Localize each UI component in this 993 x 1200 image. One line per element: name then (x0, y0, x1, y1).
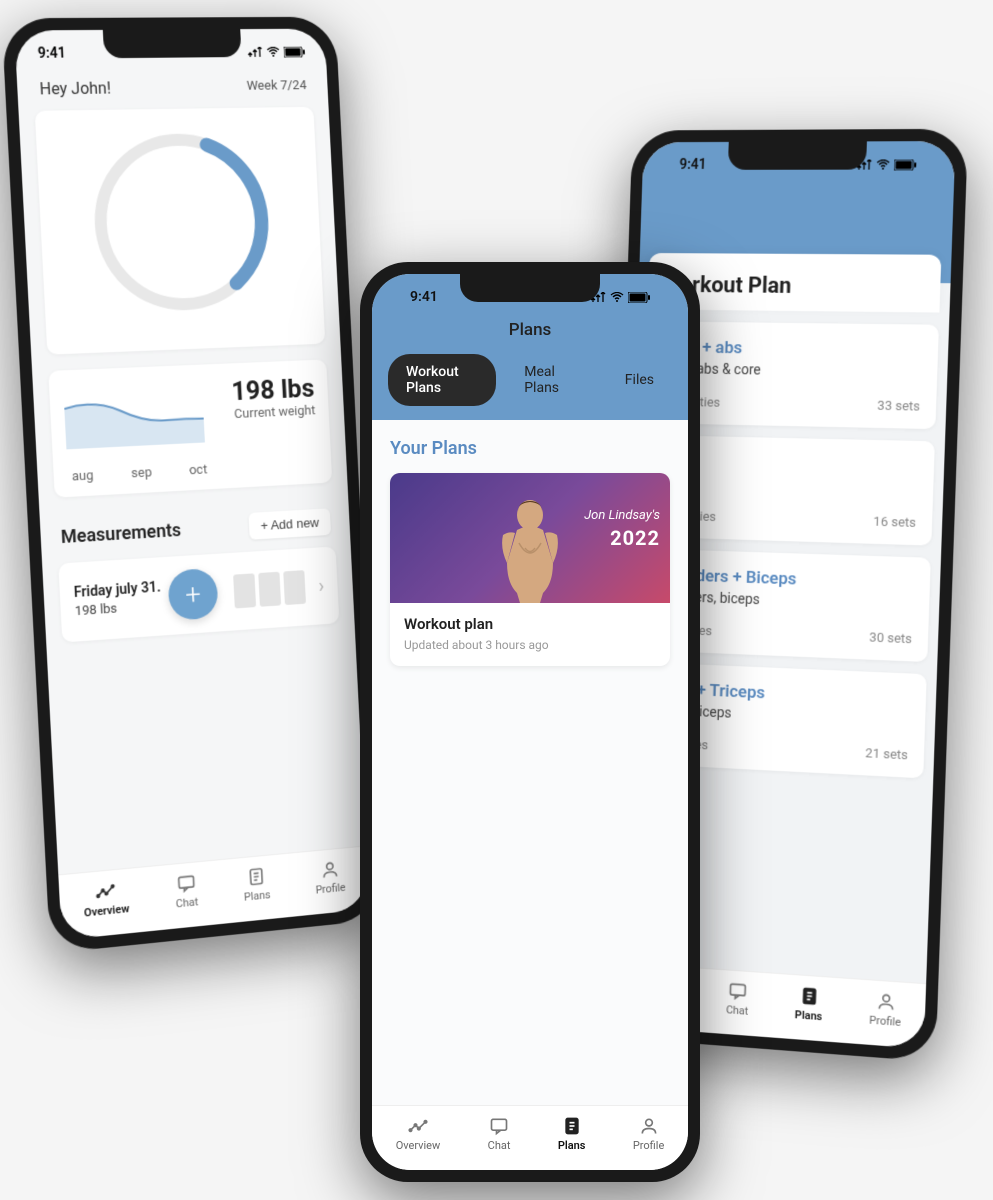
status-time: 9:41 (37, 45, 66, 61)
notch (460, 274, 600, 302)
plan-image: Jon Lindsay's 2022 (390, 473, 670, 603)
plan-name: Workout plan (404, 615, 656, 633)
nav-label: Chat (176, 895, 199, 910)
greeting: Hey John! (39, 78, 111, 98)
banner-text: Jon Lindsay's 2022 (584, 508, 660, 551)
nav-profile[interactable]: Profile (869, 990, 902, 1029)
banner-year: 2022 (584, 525, 660, 551)
nav-overview[interactable]: Overview (83, 879, 130, 920)
status-icons (590, 292, 650, 303)
measurement-weight: 198 lbs (74, 598, 162, 619)
add-fab-button[interactable]: + (167, 568, 218, 621)
nav-label: Chat (726, 1003, 749, 1018)
measurement-card[interactable]: Friday july 31. 198 lbs + › (58, 546, 339, 642)
page-title: Plans (388, 314, 672, 354)
notch (103, 29, 242, 58)
nav-label: Profile (315, 881, 345, 897)
status-time: 9:41 (679, 157, 706, 173)
chevron-right-icon: › (318, 574, 325, 598)
status-icons (247, 46, 305, 57)
nav-chat[interactable]: Chat (726, 980, 750, 1017)
nav-label: Chat (488, 1139, 511, 1152)
week-badge: Week 7/24 (246, 78, 306, 94)
progress-ring: You have lost 4.41 lbs (83, 125, 279, 320)
nav-chat[interactable]: Chat (488, 1116, 511, 1152)
nav-plans[interactable]: Plans (243, 865, 271, 903)
plan-card[interactable]: Jon Lindsay's 2022 Workout plan Updated … (390, 473, 670, 666)
nav-profile[interactable]: Profile (633, 1116, 664, 1152)
month-label: aug (72, 468, 94, 484)
tab-workout-plans[interactable]: Workout Plans (388, 354, 496, 406)
nav-plans[interactable]: Plans (795, 985, 824, 1023)
weight-graph (63, 377, 234, 453)
workout-name: Back + abs (661, 337, 922, 361)
your-plans-heading: Your Plans (390, 438, 670, 459)
nav-label: Overview (84, 902, 130, 920)
current-weight-label: Current weight (232, 403, 315, 422)
nav-label: Plans (244, 888, 271, 903)
phone-plans: 9:41 Plans Workout Plans Meal Plans File… (360, 262, 700, 1182)
status-time: 9:41 (410, 289, 438, 305)
notch (728, 141, 867, 169)
measurement-date: Friday july 31. (73, 579, 161, 601)
person-figure-icon (485, 493, 575, 603)
weight-chart-card[interactable]: 198 lbs Current weight aug sep oct (48, 359, 332, 497)
tab-meal-plans[interactable]: Meal Plans (506, 354, 597, 406)
workout-sets: 21 sets (865, 746, 908, 763)
nav-profile[interactable]: Profile (314, 858, 346, 896)
current-weight: 198 lbs (231, 374, 315, 407)
measurement-thumbs (234, 570, 307, 608)
banner-name: Jon Lindsay's (584, 508, 660, 525)
nav-label: Overview (396, 1139, 441, 1152)
workout-sets: 16 sets (873, 515, 916, 531)
bottom-nav: Overview Chat Plans Profile (372, 1105, 688, 1170)
phone-overview: 9:41 Hey John! Week 7/24 You hav (1, 17, 380, 954)
plan-updated: Updated about 3 hours ago (404, 638, 656, 652)
nav-label: Profile (869, 1014, 901, 1029)
nav-label: Plans (795, 1008, 823, 1023)
nav-plans[interactable]: Plans (558, 1116, 586, 1152)
workout-sets: 33 sets (877, 399, 920, 415)
nav-label: Profile (633, 1139, 664, 1152)
tabs: Workout Plans Meal Plans Files (388, 354, 672, 406)
status-icons (856, 159, 917, 170)
tab-files[interactable]: Files (607, 362, 672, 398)
page-title: Workout Plan (661, 273, 926, 300)
month-label: oct (189, 462, 208, 478)
add-new-button[interactable]: + Add new (248, 508, 331, 539)
measurements-title: Measurements (60, 520, 181, 548)
month-label: sep (131, 465, 152, 481)
progress-card: You have lost 4.41 lbs (35, 107, 326, 355)
workout-sets: 30 sets (869, 630, 912, 647)
nav-label: Plans (558, 1139, 586, 1152)
bottom-nav: Overview Chat Plans Profile (58, 845, 369, 940)
nav-overview[interactable]: Overview (396, 1116, 441, 1152)
nav-chat[interactable]: Chat (174, 872, 198, 910)
